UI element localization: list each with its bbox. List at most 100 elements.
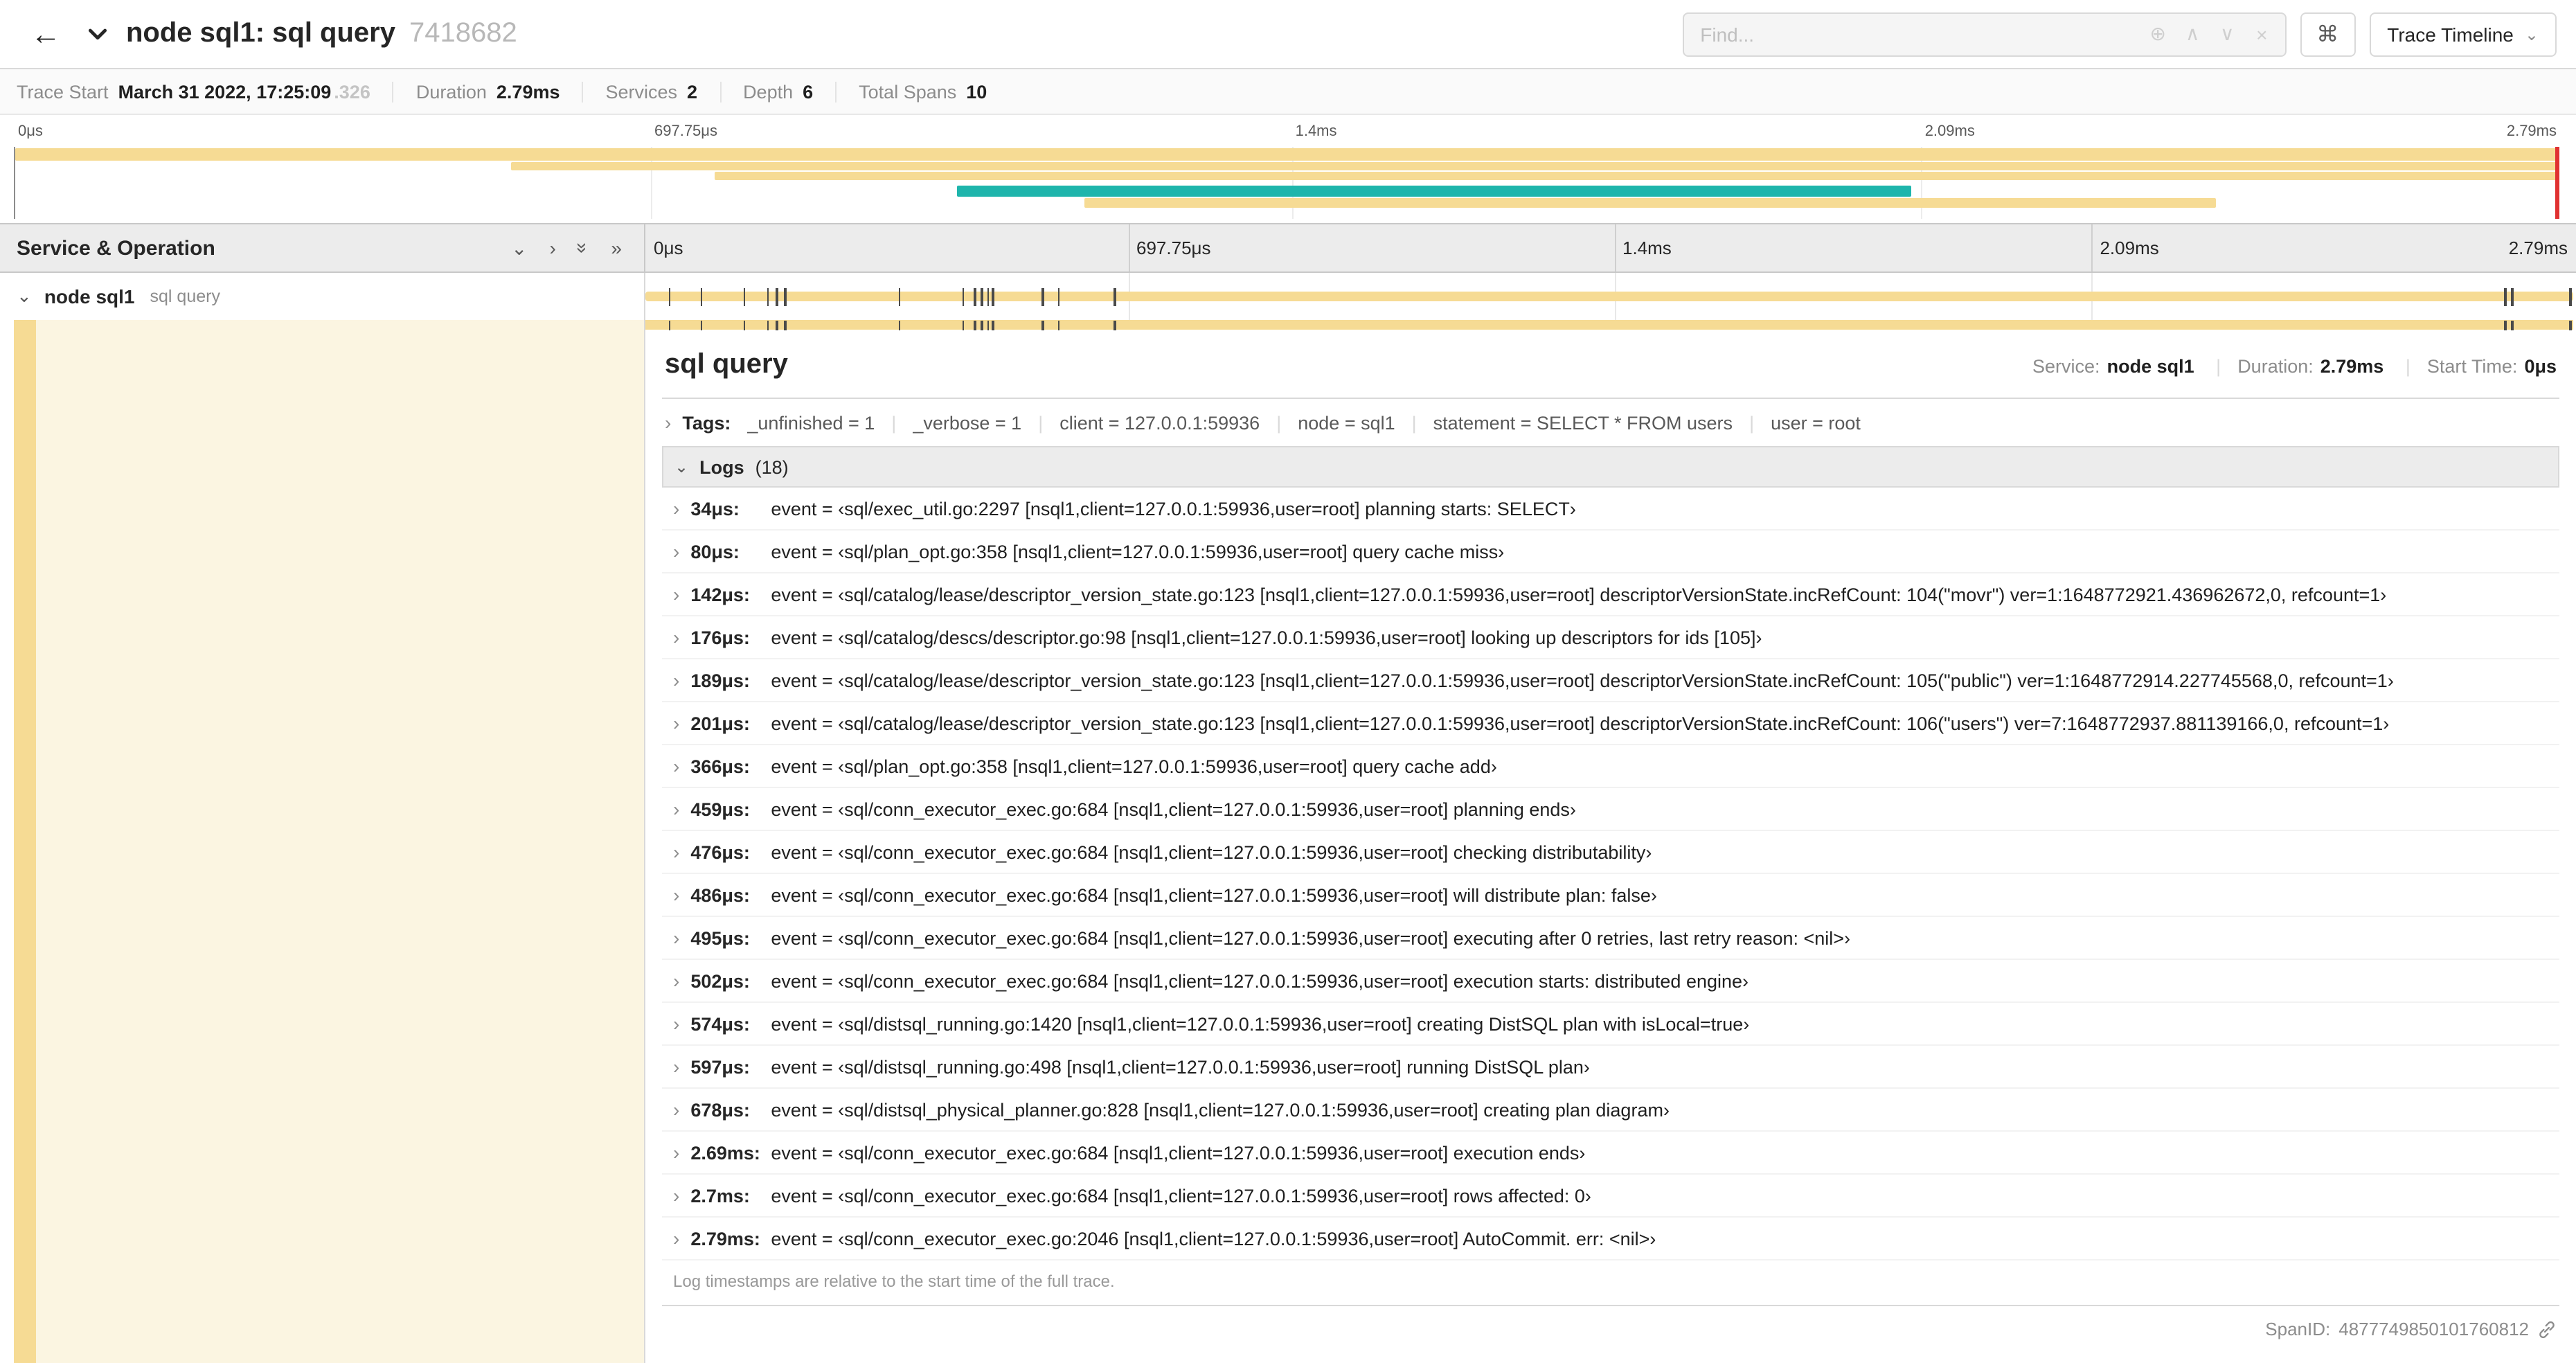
log-tick <box>992 287 994 305</box>
trace-timeline-page: ← node sql1: sql query 7418682 ⊕ ∧ ∨ × ⌘… <box>0 0 2576 1363</box>
log-row[interactable]: › 502μs: event = ‹sql/conn_executor_exec… <box>662 960 2559 1003</box>
page-title: node sql1: sql query 7418682 <box>126 18 517 50</box>
log-timestamp: 366μs: <box>690 756 750 776</box>
trace-view-selector[interactable]: Trace Timeline ⌄ <box>2369 12 2557 56</box>
log-row[interactable]: › 142μs: event = ‹sql/catalog/lease/desc… <box>662 573 2559 616</box>
summary-label: Total Spans <box>859 81 957 102</box>
log-row[interactable]: › 574μs: event = ‹sql/distsql_running.go… <box>662 1003 2559 1046</box>
collapse-all-icon[interactable]: » <box>573 242 595 253</box>
summary-value: 6 <box>803 81 814 102</box>
link-icon[interactable] <box>2537 1319 2557 1339</box>
chevron-right-icon: › <box>673 540 680 562</box>
log-tick <box>1057 287 1060 305</box>
prev-result-icon[interactable]: ∧ <box>2175 22 2210 46</box>
log-tick <box>1041 320 1044 330</box>
keyboard-shortcuts-button[interactable]: ⌘ <box>2300 12 2356 56</box>
minimap-span-bar <box>1084 198 2216 208</box>
timeline-minimap[interactable]: 0μs 697.75μs 1.4ms 2.09ms 2.79ms <box>0 115 2576 223</box>
find-input[interactable] <box>1683 13 2141 55</box>
log-message: event = ‹sql/plan_opt.go:358 [nsql1,clie… <box>771 756 1497 776</box>
tags-row[interactable]: › Tags: _unfinished = 1 _verbose = 1 cli… <box>662 399 2559 446</box>
log-timestamp: 142μs: <box>690 584 750 605</box>
span-meta-item: Start Time: 0μs <box>2389 356 2557 377</box>
log-row[interactable]: › 459μs: event = ‹sql/conn_executor_exec… <box>662 788 2559 831</box>
log-message: event = ‹sql/conn_executor_exec.go:684 [… <box>771 841 1652 862</box>
span-indent-guide <box>14 320 36 1363</box>
log-tick <box>776 320 778 330</box>
log-timestamp: 2.7ms: <box>690 1185 750 1206</box>
span-bar-track[interactable] <box>645 273 2576 320</box>
summary-value: 10 <box>966 81 987 102</box>
log-row[interactable]: › 366μs: event = ‹sql/plan_opt.go:358 [n… <box>662 745 2559 788</box>
log-tick <box>898 320 901 330</box>
log-tick <box>1057 320 1060 330</box>
chevron-down-icon <box>88 28 107 40</box>
chevron-right-icon: › <box>673 583 680 605</box>
log-row[interactable]: › 486μs: event = ‹sql/conn_executor_exec… <box>662 874 2559 917</box>
locate-result-icon[interactable]: ⊕ <box>2140 22 2175 46</box>
log-timestamp: 459μs: <box>690 799 750 819</box>
axis-tick-label: 0μs <box>654 238 683 258</box>
minimap-span-bar <box>15 148 2559 161</box>
minimap-span-bar <box>956 186 1911 197</box>
log-row[interactable]: › 201μs: event = ‹sql/catalog/lease/desc… <box>662 702 2559 745</box>
log-timestamp: 476μs: <box>690 841 750 862</box>
timeline-gridline <box>1128 224 1129 271</box>
span-bar[interactable] <box>645 287 2573 305</box>
log-tick <box>974 320 976 330</box>
log-row[interactable]: › 476μs: event = ‹sql/conn_executor_exec… <box>662 831 2559 874</box>
log-row[interactable]: › 176μs: event = ‹sql/catalog/descs/desc… <box>662 616 2559 659</box>
log-row[interactable]: › 678μs: event = ‹sql/distsql_physical_p… <box>662 1089 2559 1132</box>
expand-all-icon[interactable]: » <box>611 238 622 258</box>
log-tick <box>1113 320 1116 330</box>
minimap-canvas[interactable] <box>14 147 2559 219</box>
logs-count: (18) <box>755 456 789 477</box>
row-expander-icon[interactable]: ⌄ <box>17 285 32 308</box>
span-row-name-cell[interactable]: ⌄ node sql1 sql query <box>0 273 645 320</box>
log-row[interactable]: › 80μs: event = ‹sql/plan_opt.go:358 [ns… <box>662 531 2559 573</box>
log-row[interactable]: › 34μs: event = ‹sql/exec_util.go:2297 [… <box>662 488 2559 531</box>
back-button[interactable]: ← <box>22 18 69 49</box>
log-row[interactable]: › 2.69ms: event = ‹sql/conn_executor_exe… <box>662 1132 2559 1175</box>
span-detail-header: sql query Service: node sql1 Duration: 2.7… <box>662 338 2559 399</box>
minimap-scrubber-right[interactable] <box>2555 147 2559 219</box>
clear-search-icon[interactable]: × <box>2244 23 2279 45</box>
collapse-one-icon[interactable]: ⌄ <box>511 238 527 258</box>
log-message: event = ‹sql/catalog/lease/descriptor_ve… <box>771 584 2387 605</box>
meta-label: Service: <box>2032 356 2100 377</box>
span-id-label: SpanID: <box>2265 1319 2331 1339</box>
collapse-trace-header-icon[interactable] <box>86 22 109 46</box>
log-tick <box>2511 287 2514 305</box>
log-row[interactable]: › 189μs: event = ‹sql/catalog/lease/desc… <box>662 659 2559 702</box>
minimap-span-bar <box>511 162 2559 170</box>
log-row[interactable]: › 2.79ms: event = ‹sql/conn_executor_exe… <box>662 1218 2559 1260</box>
logs-header[interactable]: ⌄ Logs (18) <box>662 446 2559 488</box>
chevron-right-icon: › <box>665 411 672 434</box>
tag-item: client = 127.0.0.1:59936 <box>1021 412 1260 433</box>
next-result-icon[interactable]: ∨ <box>2210 22 2244 46</box>
log-message: event = ‹sql/catalog/descs/descriptor.go… <box>771 627 1762 648</box>
log-message: event = ‹sql/conn_executor_exec.go:684 [… <box>771 1185 1591 1206</box>
log-message: event = ‹sql/conn_executor_exec.go:2046 … <box>771 1228 1656 1249</box>
log-timestamp: 2.69ms: <box>690 1142 760 1163</box>
log-row[interactable]: › 597μs: event = ‹sql/distsql_running.go… <box>662 1046 2559 1089</box>
chevron-right-icon: › <box>673 669 680 691</box>
log-row[interactable]: › 495μs: event = ‹sql/conn_executor_exec… <box>662 917 2559 960</box>
chevron-right-icon: › <box>673 1227 680 1249</box>
log-message: event = ‹sql/conn_executor_exec.go:684 [… <box>771 799 1576 819</box>
chevron-right-icon: › <box>673 755 680 777</box>
meta-value: 2.79ms <box>2320 356 2384 377</box>
expand-one-icon[interactable]: › <box>549 238 555 258</box>
log-tick <box>898 287 901 305</box>
summary-value: 2.79ms <box>496 81 560 102</box>
chevron-right-icon: › <box>673 841 680 863</box>
span-id-row: SpanID: 4877749850101760812 <box>662 1306 2559 1339</box>
tag-item: user = root <box>1733 412 1861 433</box>
log-tick <box>743 287 746 305</box>
log-tick <box>1113 287 1116 305</box>
summary-item: Services 2 <box>582 81 697 102</box>
summary-item: Depth 6 <box>719 81 813 102</box>
log-row[interactable]: › 2.7ms: event = ‹sql/conn_executor_exec… <box>662 1175 2559 1218</box>
span-row[interactable]: ⌄ node sql1 sql query <box>0 273 2576 320</box>
chevron-right-icon: › <box>673 1055 680 1078</box>
